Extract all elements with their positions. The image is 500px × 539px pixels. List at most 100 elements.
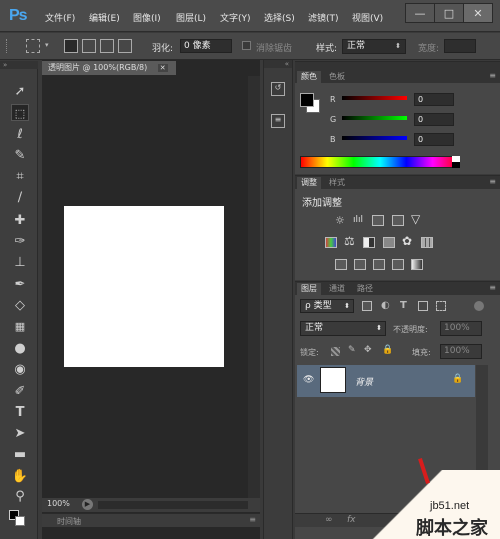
- fx-icon[interactable]: fx: [347, 515, 356, 525]
- blue-value[interactable]: 0: [414, 133, 454, 146]
- menu-layer[interactable]: 图层(L): [176, 11, 206, 24]
- close-button[interactable]: ✕: [464, 4, 492, 22]
- tab-layers[interactable]: 图层: [297, 283, 321, 295]
- background-color-swatch[interactable]: [15, 516, 25, 526]
- green-gradient[interactable]: [342, 116, 407, 120]
- collapse-toggle-icon[interactable]: »: [0, 61, 38, 69]
- color-spectrum-bar[interactable]: [300, 156, 460, 168]
- marquee-tool-icon[interactable]: ⬚: [11, 104, 29, 121]
- clone-stamp-tool-icon[interactable]: ⊥: [11, 254, 29, 271]
- blue-gradient[interactable]: [342, 136, 407, 140]
- menu-type[interactable]: 文字(Y): [220, 11, 251, 24]
- visibility-eye-icon[interactable]: 👁: [303, 375, 314, 385]
- tab-paths[interactable]: 路径: [353, 283, 377, 295]
- color-balance-icon[interactable]: ⚖: [344, 235, 356, 248]
- curves-icon[interactable]: [372, 215, 384, 226]
- vertical-scrollbar[interactable]: [248, 76, 260, 499]
- filter-toggle-icon[interactable]: [474, 301, 484, 311]
- shape-tool-icon[interactable]: ▬: [11, 446, 29, 463]
- gradient-map-icon[interactable]: [411, 259, 423, 270]
- dock-collapse-icon[interactable]: «: [264, 60, 292, 68]
- lock-position-icon[interactable]: ✥: [364, 345, 372, 355]
- history-brush-tool-icon[interactable]: ✒: [11, 276, 29, 293]
- tab-channels[interactable]: 通道: [325, 283, 349, 295]
- exposure-icon[interactable]: [392, 215, 404, 226]
- pen-tool-icon[interactable]: ✐: [11, 383, 29, 400]
- layer-filter-select[interactable]: ρ 类型 ⬍: [300, 299, 354, 313]
- channel-mixer-icon[interactable]: ✿: [402, 235, 414, 248]
- layer-thumbnail[interactable]: [320, 367, 346, 393]
- link-layers-icon[interactable]: ∞: [325, 515, 333, 525]
- panel-menu-icon[interactable]: ≡: [249, 515, 256, 524]
- menu-view[interactable]: 视图(V): [352, 11, 383, 24]
- timeline-panel-tab[interactable]: 时间轴 ≡: [42, 513, 260, 527]
- brightness-contrast-icon[interactable]: ☼: [335, 215, 347, 226]
- filter-pixel-icon[interactable]: [362, 301, 372, 311]
- levels-icon[interactable]: ılıl: [353, 215, 365, 226]
- new-selection-icon[interactable]: [64, 39, 78, 53]
- green-value[interactable]: 0: [414, 113, 454, 126]
- hue-saturation-icon[interactable]: [325, 237, 337, 248]
- black-white-ramp[interactable]: [452, 156, 460, 168]
- tab-color[interactable]: 颜色: [297, 71, 321, 83]
- crop-tool-icon[interactable]: ⌗: [11, 168, 29, 185]
- zoom-tool-icon[interactable]: ⚲: [11, 488, 29, 505]
- filter-adjustment-icon[interactable]: ◐: [381, 300, 393, 311]
- opacity-input[interactable]: 100%: [440, 321, 482, 336]
- blend-mode-select[interactable]: 正常 ⬍: [300, 321, 386, 336]
- image-canvas[interactable]: [64, 206, 224, 367]
- vibrance-icon[interactable]: ▽: [411, 213, 423, 226]
- tab-swatches[interactable]: 色板: [325, 71, 349, 83]
- lasso-tool-icon[interactable]: ℓ: [11, 126, 29, 143]
- panel-menu-icon[interactable]: ≡: [489, 71, 496, 80]
- close-tab-icon[interactable]: ✕: [157, 64, 168, 72]
- layer-name[interactable]: 背景: [355, 375, 373, 388]
- menu-file[interactable]: 文件(F): [45, 11, 75, 24]
- dodge-tool-icon[interactable]: ◉: [11, 361, 29, 378]
- lock-transparent-icon[interactable]: [331, 347, 340, 356]
- threshold-icon[interactable]: [373, 259, 385, 270]
- gradient-tool-icon[interactable]: ▦: [11, 318, 29, 335]
- menu-edit[interactable]: 编辑(E): [89, 11, 120, 24]
- red-gradient[interactable]: [342, 96, 407, 100]
- red-value[interactable]: 0: [414, 93, 454, 106]
- type-tool-icon[interactable]: T: [11, 404, 29, 421]
- minimize-button[interactable]: —: [406, 4, 435, 22]
- info-arrow-icon[interactable]: ▶: [82, 499, 93, 510]
- selective-color-icon[interactable]: [392, 259, 404, 270]
- menu-image[interactable]: 图像(I): [133, 11, 161, 24]
- tab-adjustments[interactable]: 调整: [297, 177, 321, 189]
- history-panel-icon[interactable]: ↺: [271, 82, 285, 96]
- invert-icon[interactable]: [335, 259, 347, 270]
- grip-handle[interactable]: [6, 39, 9, 53]
- blue-slider[interactable]: B 0: [330, 133, 455, 147]
- properties-panel-icon[interactable]: ≡: [271, 114, 285, 128]
- healing-brush-tool-icon[interactable]: ✚: [11, 212, 29, 229]
- zoom-level[interactable]: 100%: [47, 499, 70, 508]
- fill-input[interactable]: 100%: [440, 344, 482, 359]
- panel-menu-icon[interactable]: ≡: [489, 177, 496, 186]
- add-to-selection-icon[interactable]: [82, 39, 96, 53]
- black-white-icon[interactable]: [363, 237, 375, 248]
- restore-button[interactable]: □: [435, 4, 464, 22]
- brush-tool-icon[interactable]: ✑: [11, 233, 29, 250]
- quick-select-tool-icon[interactable]: ✎: [11, 147, 29, 164]
- tab-styles[interactable]: 样式: [325, 177, 349, 189]
- blur-tool-icon[interactable]: ●: [11, 340, 29, 357]
- green-slider[interactable]: G 0: [330, 113, 455, 127]
- path-select-tool-icon[interactable]: ➤: [11, 425, 29, 442]
- filter-type-icon[interactable]: T: [400, 300, 412, 311]
- horizontal-scrollbar[interactable]: [98, 501, 248, 509]
- antialias-checkbox[interactable]: [242, 41, 251, 50]
- hand-tool-icon[interactable]: ✋: [11, 468, 29, 485]
- red-slider[interactable]: R 0: [330, 93, 455, 107]
- lock-all-icon[interactable]: 🔒: [382, 345, 393, 355]
- width-input[interactable]: [444, 39, 476, 53]
- marquee-tool-preset-icon[interactable]: [26, 39, 40, 53]
- eraser-tool-icon[interactable]: ◇: [11, 297, 29, 314]
- eyedropper-tool-icon[interactable]: ∕: [11, 189, 29, 206]
- menu-select[interactable]: 选择(S): [264, 11, 295, 24]
- filter-shape-icon[interactable]: [418, 301, 428, 311]
- feather-input[interactable]: 0 像素: [180, 39, 232, 53]
- filter-smart-object-icon[interactable]: [436, 301, 446, 311]
